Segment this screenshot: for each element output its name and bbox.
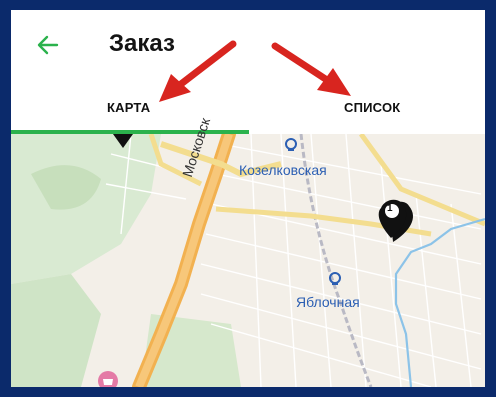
map-view[interactable]: Козелковская Яблочная Московск 1 bbox=[11, 116, 485, 387]
tab-list-label: СПИСОК bbox=[344, 100, 401, 115]
station-label: Яблочная bbox=[296, 294, 360, 310]
back-button[interactable] bbox=[33, 30, 63, 60]
tab-map[interactable]: КАРТА bbox=[11, 82, 248, 132]
page-title: Заказ bbox=[109, 30, 175, 57]
app-bar: Заказ bbox=[11, 10, 485, 82]
park-area-south bbox=[11, 274, 101, 387]
shop-icon bbox=[98, 371, 118, 387]
river bbox=[394, 217, 485, 387]
tab-list[interactable]: СПИСОК bbox=[248, 82, 485, 132]
map-pin-icon[interactable] bbox=[378, 199, 414, 242]
tab-map-label: КАРТА bbox=[107, 100, 151, 115]
arrow-left-icon bbox=[37, 35, 59, 55]
station-label: Козелковская bbox=[239, 162, 327, 178]
park-area bbox=[11, 134, 161, 284]
tab-bar: КАРТА СПИСОК bbox=[11, 82, 485, 132]
map-pin-number: 1 bbox=[387, 203, 393, 214]
app-window: Заказ КАРТА СПИСОК Козелковская Яблочная… bbox=[11, 10, 485, 387]
station-icon bbox=[285, 138, 297, 151]
